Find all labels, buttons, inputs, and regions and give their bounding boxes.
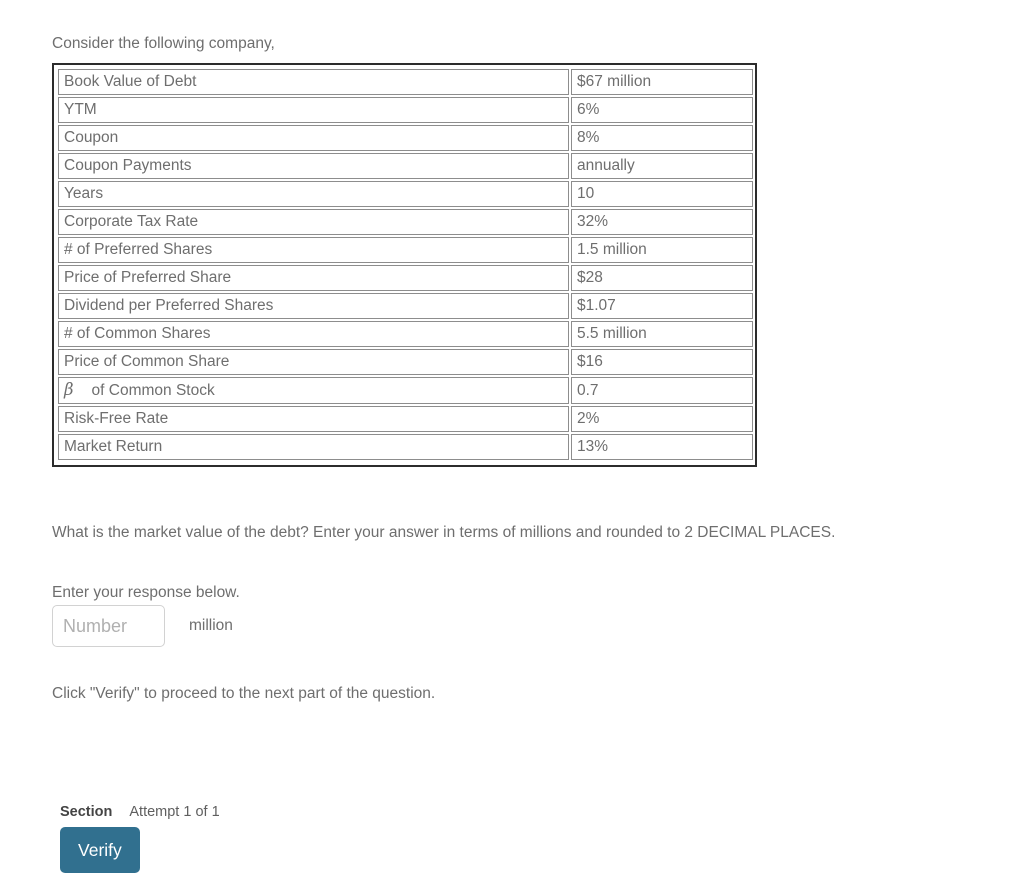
table-cell-label: # of Common Shares: [58, 321, 569, 347]
question-page: Consider the following company, Book Val…: [0, 0, 1024, 891]
table-row: Coupon Payments annually: [58, 153, 753, 179]
table-cell-value: 13%: [571, 434, 753, 460]
table-cell-value: $1.07: [571, 293, 753, 319]
table-cell-value: 5.5 million: [571, 321, 753, 347]
table-cell-label: Price of Preferred Share: [58, 265, 569, 291]
table-cell-label: Coupon: [58, 125, 569, 151]
table-cell-label: Coupon Payments: [58, 153, 569, 179]
intro-text: Consider the following company,: [52, 35, 275, 52]
question-text: What is the market value of the debt? En…: [52, 524, 836, 541]
table-cell-value: $28: [571, 265, 753, 291]
attempt-label: Attempt 1 of 1: [129, 804, 220, 820]
verify-instruction-text: Click "Verify" to proceed to the next pa…: [52, 685, 436, 702]
beta-symbol: β: [64, 380, 74, 399]
table-cell-label-text: of Common Stock: [91, 382, 215, 399]
company-data-table: Book Value of Debt $67 million YTM 6% Coupon…: [52, 63, 757, 467]
table-row: # of Preferred Shares 1.5 million: [58, 237, 753, 263]
table-cell-value: 8%: [571, 125, 753, 151]
table-row: Dividend per Preferred Shares $1.07: [58, 293, 753, 319]
table-row: Price of Preferred Share $28: [58, 265, 753, 291]
table-cell-value: 0.7: [571, 377, 753, 404]
table-cell-label: Risk-Free Rate: [58, 406, 569, 432]
table-row: Book Value of Debt $67 million: [58, 69, 753, 95]
table-cell-label: β of Common Stock: [58, 377, 569, 404]
facts-table-body: Book Value of Debt $67 million YTM 6% Coupon…: [58, 69, 753, 460]
section-label: Section: [60, 804, 113, 820]
table-row: Market Return 13%: [58, 434, 753, 460]
answer-row: million: [52, 605, 233, 647]
table-cell-value: $16: [571, 349, 753, 375]
table-cell-label: Years: [58, 181, 569, 207]
table-cell-label: Corporate Tax Rate: [58, 209, 569, 235]
response-prompt: Enter your response below.: [52, 584, 240, 601]
table-cell-label: YTM: [58, 97, 569, 123]
table-row: Years 10: [58, 181, 753, 207]
table-row: Corporate Tax Rate 32%: [58, 209, 753, 235]
section-attempt-row: Section Attempt 1 of 1: [60, 804, 220, 820]
table-row: Risk-Free Rate 2%: [58, 406, 753, 432]
table-row: β of Common Stock 0.7: [58, 377, 753, 404]
table-cell-value: 6%: [571, 97, 753, 123]
table-cell-label: Book Value of Debt: [58, 69, 569, 95]
table-cell-value: 2%: [571, 406, 753, 432]
table-cell-label: Dividend per Preferred Shares: [58, 293, 569, 319]
table-cell-value: 10: [571, 181, 753, 207]
table-row: # of Common Shares 5.5 million: [58, 321, 753, 347]
table-cell-value: annually: [571, 153, 753, 179]
table-cell-value: $67 million: [571, 69, 753, 95]
answer-input[interactable]: [52, 605, 165, 647]
table-cell-label: Market Return: [58, 434, 569, 460]
table-cell-value: 1.5 million: [571, 237, 753, 263]
verify-button[interactable]: Verify: [60, 827, 140, 873]
table-cell-value: 32%: [571, 209, 753, 235]
table-cell-label: # of Preferred Shares: [58, 237, 569, 263]
facts-table: Book Value of Debt $67 million YTM 6% Coupon…: [56, 67, 755, 462]
table-row: YTM 6%: [58, 97, 753, 123]
table-row: Coupon 8%: [58, 125, 753, 151]
table-cell-label: Price of Common Share: [58, 349, 569, 375]
answer-unit-label: million: [189, 617, 233, 634]
table-row: Price of Common Share $16: [58, 349, 753, 375]
